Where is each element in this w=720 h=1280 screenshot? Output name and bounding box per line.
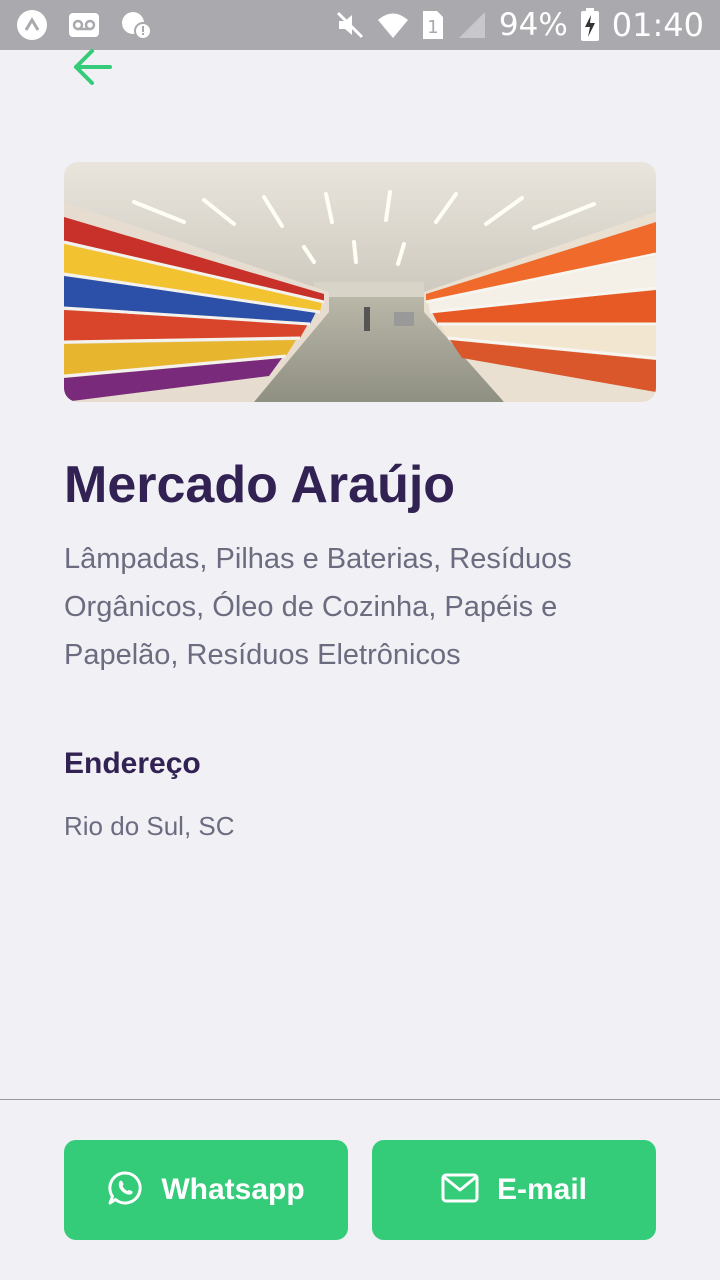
back-button[interactable]: [62, 44, 122, 94]
arrow-left-icon: [70, 47, 114, 92]
email-button[interactable]: E-mail: [372, 1140, 656, 1240]
mute-icon: [335, 10, 365, 40]
point-image: [64, 162, 656, 402]
whatsapp-button-label: Whatsapp: [161, 1173, 305, 1206]
clock: 01:40: [611, 6, 704, 44]
address-title: Endereço: [64, 747, 201, 780]
wifi-icon: [377, 10, 409, 40]
point-title: Mercado Araújo: [64, 456, 456, 514]
email-button-label: E-mail: [496, 1173, 588, 1206]
point-items: Lâmpadas, Pilhas e Baterias, Resíduos Or…: [64, 543, 572, 671]
battery-charging-icon: [580, 8, 600, 42]
whatsapp-icon: [107, 1170, 143, 1211]
mail-icon: [441, 1173, 479, 1208]
wifi-alert-icon: [120, 9, 152, 41]
signal-icon: [457, 10, 487, 40]
svg-text:1: 1: [427, 17, 438, 38]
battery-percent: 94%: [498, 7, 568, 43]
voicemail-icon: [68, 11, 100, 39]
sim-icon: 1: [421, 9, 445, 41]
android-icon: [16, 9, 48, 41]
status-bar: 1 94% 01:40: [0, 0, 720, 50]
whatsapp-button[interactable]: Whatsapp: [64, 1140, 348, 1240]
address-value: Rio do Sul, SC: [64, 811, 235, 841]
